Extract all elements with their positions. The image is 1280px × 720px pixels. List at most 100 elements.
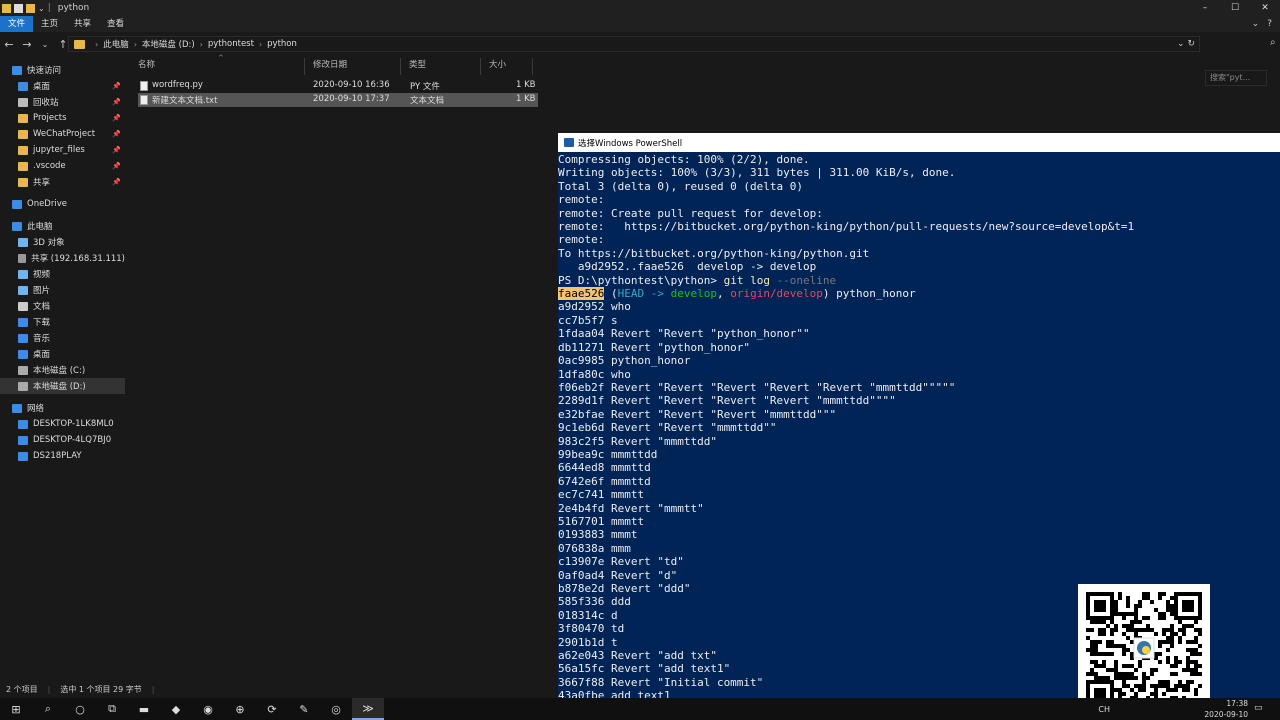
- terminal-segment: Compressing objects: 100% (2/2), done.: [558, 153, 810, 166]
- column-header-date[interactable]: 修改日期: [305, 58, 401, 75]
- qr-module: [1122, 684, 1126, 688]
- qr-module: [1178, 620, 1182, 624]
- sidebar-item[interactable]: 本地磁盘 (D:): [0, 378, 125, 394]
- qr-module: [1086, 604, 1090, 608]
- start-icon[interactable]: ⊞: [0, 698, 32, 720]
- app-red-icon[interactable]: ⊕: [224, 698, 256, 720]
- breadcrumb-drive-d[interactable]: 本地磁盘 (D:): [142, 38, 195, 50]
- file-explorer-icon[interactable]: ▬: [128, 698, 160, 720]
- chrome-icon[interactable]: ◉: [192, 698, 224, 720]
- close-button[interactable]: ✕: [1250, 0, 1280, 16]
- sidebar-item[interactable]: 下载: [0, 314, 125, 330]
- address-bar[interactable]: › 此电脑 › 本地磁盘 (D:) › pythontest › python …: [68, 36, 1200, 52]
- minimize-button[interactable]: –: [1190, 0, 1220, 16]
- pin-icon[interactable]: 📌: [112, 82, 121, 90]
- pin-icon[interactable]: 📌: [112, 98, 121, 106]
- chevron-right-icon[interactable]: ›: [95, 40, 98, 49]
- chevron-right-icon[interactable]: ›: [134, 40, 137, 49]
- qr-module: [1114, 672, 1118, 676]
- sidebar-item-label: 本地磁盘 (D:): [33, 382, 86, 392]
- qr-module: [1094, 620, 1098, 624]
- tab-share[interactable]: 共享: [66, 16, 99, 32]
- qr-module: [1130, 656, 1134, 660]
- qr-module: [1090, 628, 1094, 632]
- pin-icon[interactable]: 📌: [112, 130, 121, 138]
- app-edit-icon[interactable]: ✎: [288, 698, 320, 720]
- back-arrow-icon[interactable]: ←: [0, 38, 18, 51]
- tab-view[interactable]: 查看: [99, 16, 132, 32]
- search-icon[interactable]: ⌕: [1270, 37, 1276, 48]
- sidebar-item[interactable]: 回收站 📌: [0, 94, 125, 110]
- forward-arrow-icon[interactable]: →: [18, 38, 36, 51]
- task-view-icon[interactable]: ⧉: [96, 698, 128, 720]
- file-row[interactable]: wordfreq.py 2020-09-10 16:36 PY 文件 1 KB: [138, 79, 538, 93]
- qr-module: [1110, 612, 1114, 616]
- column-header-size[interactable]: 大小: [481, 58, 533, 75]
- powershell-icon[interactable]: ≫: [352, 698, 384, 720]
- sidebar-item[interactable]: DS218PLAY: [0, 448, 125, 464]
- sidebar-item[interactable]: 桌面 📌: [0, 78, 125, 94]
- sidebar-item[interactable]: Projects 📌: [0, 110, 125, 126]
- file-type: PY 文件: [410, 82, 440, 92]
- pin-icon[interactable]: 📌: [112, 114, 121, 122]
- sidebar-item[interactable]: 网络: [0, 400, 125, 416]
- sidebar-item[interactable]: jupyter_files 📌: [0, 142, 125, 158]
- notification-icon[interactable]: ▭: [1254, 703, 1263, 713]
- recent-locations-icon[interactable]: ⌄: [36, 40, 54, 49]
- qr-module: [1182, 684, 1186, 688]
- file-row[interactable]: 新建文本文档.txt 2020-09-10 17:37 文本文档 1 KB: [138, 93, 538, 107]
- terminal-line: 9c1eb6d Revert "Revert "mmmttdd"": [558, 421, 1280, 434]
- sidebar-item[interactable]: 3D 对象: [0, 234, 125, 250]
- cortana-icon[interactable]: ○: [64, 698, 96, 720]
- breadcrumb-pythontest[interactable]: pythontest: [208, 39, 254, 49]
- search-input[interactable]: 搜索"pyt...: [1205, 70, 1267, 86]
- breadcrumb-this-pc[interactable]: 此电脑: [103, 38, 129, 50]
- qr-module: [1174, 684, 1178, 688]
- sidebar-item[interactable]: OneDrive: [0, 196, 125, 212]
- customize-toolbar-icon[interactable]: ⌄: [38, 4, 45, 13]
- sidebar-item[interactable]: 文档: [0, 298, 125, 314]
- sidebar-item[interactable]: DESKTOP-1LK8ML0: [0, 416, 125, 432]
- column-header-type[interactable]: 类型: [401, 58, 481, 75]
- tab-file[interactable]: 文件: [0, 16, 34, 32]
- powershell-title-bar[interactable]: 选择Windows PowerShell: [558, 133, 1280, 152]
- sidebar-item[interactable]: 本地磁盘 (C:): [0, 362, 125, 378]
- sidebar-item[interactable]: DESKTOP-4LQ7BJ0: [0, 432, 125, 448]
- app-refresh-icon[interactable]: ⟳: [256, 698, 288, 720]
- qr-module: [1142, 616, 1146, 620]
- sidebar-item[interactable]: 音乐: [0, 330, 125, 346]
- expand-ribbon-icon[interactable]: ⌄: [1252, 16, 1260, 32]
- maximize-button[interactable]: ☐: [1220, 0, 1250, 16]
- search-icon[interactable]: ⌕: [32, 698, 64, 720]
- vscode-icon[interactable]: ◆: [160, 698, 192, 720]
- sidebar-item[interactable]: 桌面: [0, 346, 125, 362]
- chevron-right-icon[interactable]: ›: [200, 40, 203, 49]
- folder-icon: [18, 129, 28, 139]
- help-icon[interactable]: ?: [1267, 16, 1272, 32]
- qr-module: [1110, 652, 1114, 656]
- new-folder-icon[interactable]: [26, 3, 35, 13]
- terminal-segment: git log: [723, 273, 777, 287]
- input-method-indicator[interactable]: CH: [1098, 705, 1110, 714]
- properties-icon[interactable]: [14, 3, 23, 13]
- sidebar-item[interactable]: 快速访问: [0, 62, 125, 78]
- sidebar-item[interactable]: 共享 (192.168.31.111): [0, 250, 125, 266]
- pin-icon[interactable]: 📌: [112, 178, 121, 186]
- pin-icon[interactable]: 📌: [112, 162, 121, 170]
- terminal-line: remote: https://bitbucket.org/python-kin…: [558, 220, 1280, 233]
- clock[interactable]: 17:38 2020-09-10: [1196, 698, 1248, 720]
- qr-module: [1106, 680, 1110, 684]
- sidebar-item[interactable]: 视频: [0, 266, 125, 282]
- pin-icon[interactable]: 📌: [112, 146, 121, 154]
- sidebar-item[interactable]: 共享 📌: [0, 174, 125, 190]
- chevron-right-icon[interactable]: ›: [259, 40, 262, 49]
- app-loop-icon[interactable]: ◎: [320, 698, 352, 720]
- breadcrumb-python[interactable]: python: [267, 39, 297, 49]
- sidebar-item[interactable]: .vscode 📌: [0, 158, 125, 174]
- tab-home[interactable]: 主页: [33, 16, 66, 32]
- sidebar-item[interactable]: WeChatProject 📌: [0, 126, 125, 142]
- sidebar-item[interactable]: 图片: [0, 282, 125, 298]
- qr-module: [1110, 668, 1114, 672]
- address-dropdown-refresh-icon[interactable]: ⌄ ↻: [1177, 39, 1195, 49]
- sidebar-item[interactable]: 此电脑: [0, 218, 125, 234]
